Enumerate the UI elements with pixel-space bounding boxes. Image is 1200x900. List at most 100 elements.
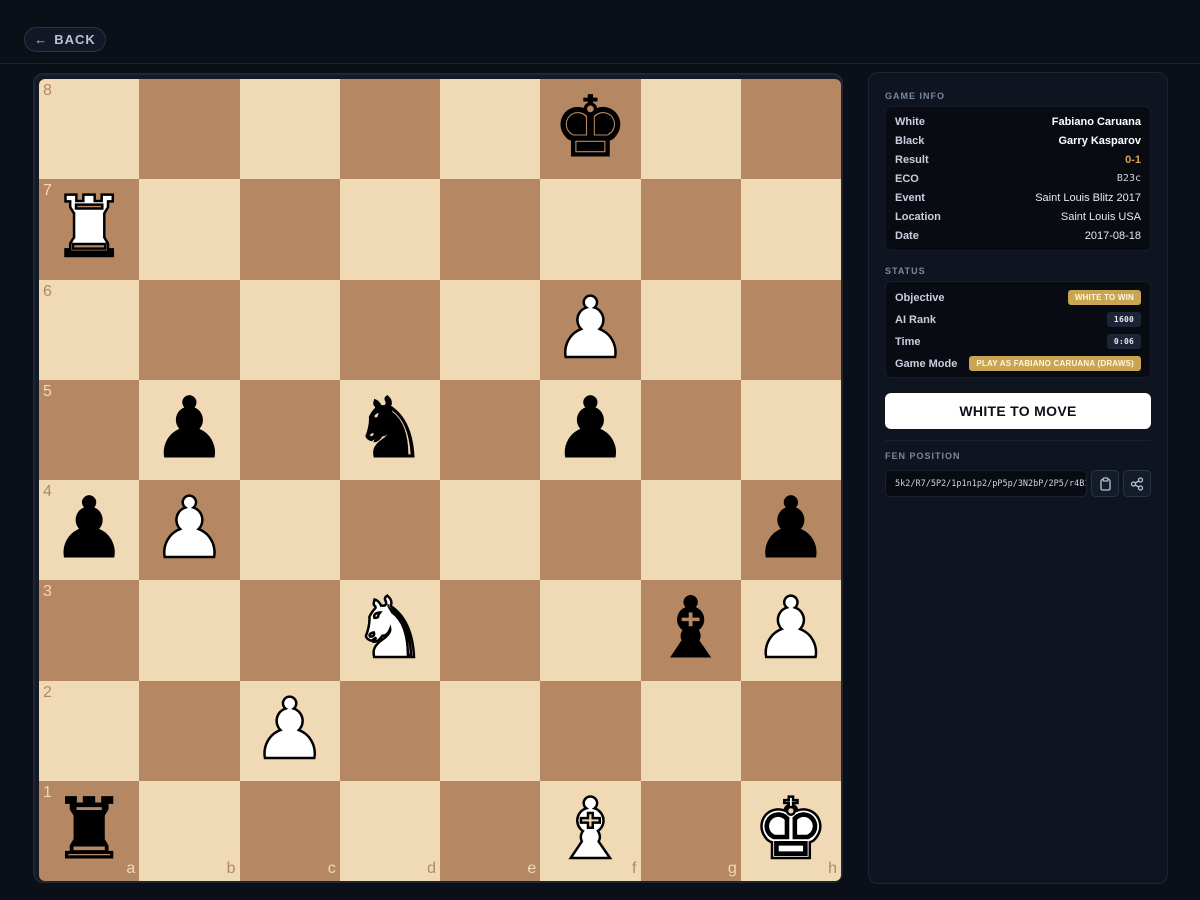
white-king-icon[interactable]: ♚ <box>752 786 830 873</box>
square-h3[interactable]: ♟ <box>740 580 841 681</box>
square-g5[interactable] <box>640 379 741 480</box>
square-d7[interactable] <box>339 179 440 280</box>
square-c2[interactable]: ♟ <box>239 680 340 781</box>
square-d1[interactable]: d <box>339 780 440 881</box>
square-a7[interactable]: 7 ♜ <box>39 179 140 280</box>
square-g6[interactable] <box>640 279 741 380</box>
square-e4[interactable] <box>440 480 541 581</box>
square-g3[interactable]: ♝ <box>640 580 741 681</box>
black-pawn-icon[interactable]: ♟ <box>753 486 829 571</box>
rank-label: 6 <box>43 282 52 300</box>
square-d8[interactable] <box>339 79 440 180</box>
square-h2[interactable] <box>740 680 841 781</box>
square-h5[interactable] <box>740 379 841 480</box>
square-c5[interactable] <box>239 379 340 480</box>
square-h8[interactable] <box>740 79 841 180</box>
white-to-move-button[interactable]: WHITE TO MOVE <box>885 393 1151 429</box>
square-f2[interactable] <box>540 680 641 781</box>
clipboard-icon <box>1099 476 1111 491</box>
square-c7[interactable] <box>239 179 340 280</box>
white-rook-icon[interactable]: ♜ <box>50 184 128 271</box>
file-label: a <box>126 860 136 877</box>
square-e5[interactable] <box>440 379 541 480</box>
info-value: Saint Louis Blitz 2017 <box>1035 191 1141 204</box>
square-g8[interactable] <box>640 79 741 180</box>
square-a1[interactable]: 1 a ♜ <box>39 780 140 881</box>
square-b4[interactable]: ♟ <box>139 480 240 581</box>
status-row-objective: Objective WHITE TO WIN <box>895 288 1141 307</box>
status-label: Time <box>895 335 921 348</box>
white-pawn-icon[interactable]: ♟ <box>752 585 830 672</box>
square-f4[interactable] <box>540 480 641 581</box>
white-pawn-icon[interactable]: ♟ <box>150 485 228 572</box>
square-d4[interactable] <box>339 480 440 581</box>
chess-board[interactable]: 8 ♚ 7 ♜ 6 ♟ 5 ♟ ♞ ♟ 4 ♟ ♟ ♟ 3 ♞ ♝ ♟ 2 ♟ 1 a ♜ b c d e f ♝ g h ♚ <box>39 79 841 881</box>
square-f5[interactable]: ♟ <box>540 379 641 480</box>
black-pawn-icon[interactable]: ♟ <box>51 486 127 571</box>
square-g4[interactable] <box>640 480 741 581</box>
square-f1[interactable]: f ♝ <box>540 780 641 881</box>
square-h7[interactable] <box>740 179 841 280</box>
square-a8[interactable]: 8 <box>39 79 140 180</box>
square-b5[interactable]: ♟ <box>139 379 240 480</box>
white-bishop-icon[interactable]: ♝ <box>551 786 629 873</box>
square-b1[interactable]: b <box>139 780 240 881</box>
black-rook-icon[interactable]: ♜ <box>51 786 127 871</box>
game-info-title: GAME INFO <box>885 91 945 101</box>
square-c8[interactable] <box>239 79 340 180</box>
black-bishop-icon[interactable]: ♝ <box>652 586 728 671</box>
rank-label: 8 <box>43 82 52 99</box>
ai-rank-badge: 1600 <box>1106 312 1141 327</box>
square-b7[interactable] <box>139 179 240 280</box>
copy-fen-button[interactable] <box>1091 470 1119 497</box>
square-g1[interactable]: g <box>640 780 741 881</box>
square-e6[interactable] <box>440 279 541 380</box>
divider <box>885 440 1151 441</box>
square-f3[interactable] <box>540 580 641 681</box>
square-c4[interactable] <box>239 480 340 581</box>
square-b8[interactable] <box>139 79 240 180</box>
square-h6[interactable] <box>740 279 841 380</box>
square-c1[interactable]: c <box>239 780 340 881</box>
back-button[interactable]: ← BACK <box>24 27 106 52</box>
square-d6[interactable] <box>339 279 440 380</box>
status-card: Objective WHITE TO WIN AI Rank 1600 Time… <box>885 281 1151 378</box>
square-f8[interactable]: ♚ <box>540 79 641 180</box>
white-knight-icon[interactable]: ♞ <box>351 585 429 672</box>
square-c6[interactable] <box>239 279 340 380</box>
black-king-icon[interactable]: ♚ <box>552 85 628 170</box>
square-g7[interactable] <box>640 179 741 280</box>
square-a2[interactable]: 2 <box>39 680 140 781</box>
game-info-card: White Fabiano Caruana Black Garry Kaspar… <box>885 106 1151 251</box>
square-e3[interactable] <box>440 580 541 681</box>
square-e2[interactable] <box>440 680 541 781</box>
square-h1[interactable]: h ♚ <box>740 780 841 881</box>
square-e1[interactable]: e <box>440 780 541 881</box>
black-knight-icon[interactable]: ♞ <box>352 385 428 470</box>
square-a5[interactable]: 5 <box>39 379 140 480</box>
white-pawn-icon[interactable]: ♟ <box>251 685 329 772</box>
square-e7[interactable] <box>440 179 541 280</box>
square-a3[interactable]: 3 <box>39 580 140 681</box>
game-info-row-date: Date 2017-08-18 <box>895 226 1141 245</box>
square-b2[interactable] <box>139 680 240 781</box>
square-e8[interactable] <box>440 79 541 180</box>
square-d2[interactable] <box>339 680 440 781</box>
black-pawn-icon[interactable]: ♟ <box>552 385 628 470</box>
square-f6[interactable]: ♟ <box>540 279 641 380</box>
square-h4[interactable]: ♟ <box>740 480 841 581</box>
square-d5[interactable]: ♞ <box>339 379 440 480</box>
white-pawn-icon[interactable]: ♟ <box>551 284 629 371</box>
square-b3[interactable] <box>139 580 240 681</box>
fen-field[interactable]: 5k2/R7/5P2/1p1n1p2/pP5p/3N2bP/2P5/r4B1K <box>885 470 1087 497</box>
square-b6[interactable] <box>139 279 240 380</box>
square-a6[interactable]: 6 <box>39 279 140 380</box>
square-f7[interactable] <box>540 179 641 280</box>
square-g2[interactable] <box>640 680 741 781</box>
square-c3[interactable] <box>239 580 340 681</box>
square-d3[interactable]: ♞ <box>339 580 440 681</box>
share-fen-button[interactable] <box>1123 470 1151 497</box>
rank-label: 5 <box>43 382 52 400</box>
black-pawn-icon[interactable]: ♟ <box>151 385 227 470</box>
square-a4[interactable]: 4 ♟ <box>39 480 140 581</box>
